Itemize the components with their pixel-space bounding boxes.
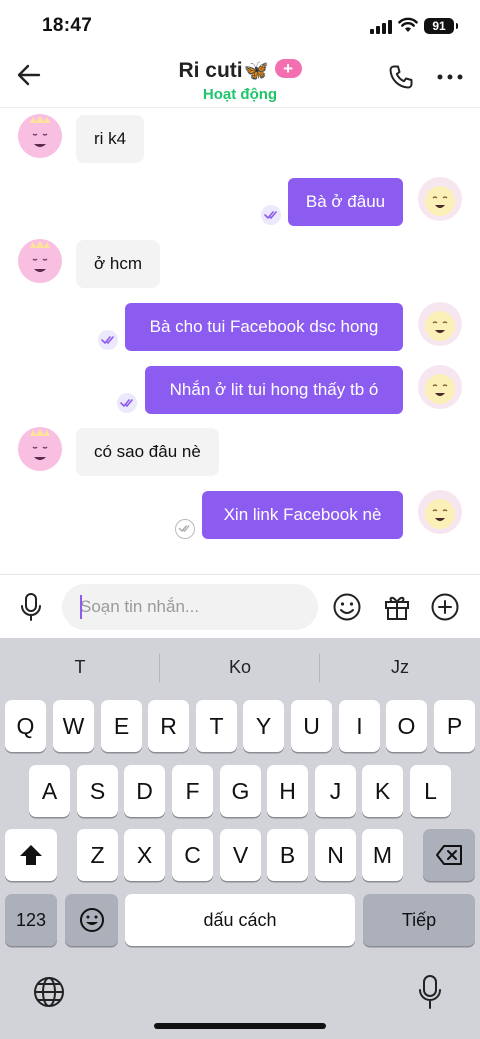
chat-header: Ri cuti🦋 + Hoạt động <box>0 52 480 108</box>
key[interactable]: Y <box>243 700 284 752</box>
contact-name: Ri cuti <box>178 59 243 82</box>
key[interactable]: A <box>29 765 70 817</box>
battery-level: 91 <box>432 19 446 33</box>
seen-indicator-icon <box>117 393 137 413</box>
key[interactable]: Q <box>5 700 46 752</box>
key[interactable]: I <box>339 700 380 752</box>
message-bubble-incoming[interactable]: ở hcm <box>76 240 160 288</box>
key[interactable]: Z <box>77 829 118 881</box>
emoji-icon[interactable] <box>332 592 362 622</box>
globe-icon[interactable] <box>33 976 65 1008</box>
seen-indicator-icon <box>261 205 281 225</box>
my-avatar[interactable] <box>418 365 462 409</box>
key[interactable]: O <box>386 700 427 752</box>
add-icon[interactable] <box>430 592 460 622</box>
key[interactable]: C <box>172 829 213 881</box>
sent-indicator-icon <box>175 519 195 539</box>
key[interactable]: D <box>124 765 165 817</box>
return-key[interactable]: Tiếp <box>363 894 475 946</box>
shift-icon <box>20 845 42 865</box>
key[interactable]: R <box>148 700 189 752</box>
message-bubble-outgoing[interactable]: Bà ở đâuu <box>288 178 403 226</box>
suggestion-item[interactable]: Jz <box>320 638 480 694</box>
delete-key[interactable] <box>423 829 475 881</box>
my-avatar[interactable] <box>418 302 462 346</box>
key[interactable]: F <box>172 765 213 817</box>
emoji-key[interactable] <box>65 894 118 946</box>
key[interactable]: J <box>315 765 356 817</box>
status-time: 18:47 <box>42 15 93 36</box>
key[interactable]: B <box>267 829 308 881</box>
battery-icon: 91 <box>424 18 458 34</box>
key[interactable]: K <box>362 765 403 817</box>
text-caret <box>80 595 82 619</box>
key[interactable]: N <box>315 829 356 881</box>
key[interactable]: E <box>101 700 142 752</box>
emoji-icon <box>79 908 104 932</box>
suggestion-bar: T Ko Jz <box>0 638 480 694</box>
key[interactable]: X <box>124 829 165 881</box>
wifi-icon <box>398 17 418 32</box>
cellular-signal-icon <box>370 20 392 34</box>
contact-avatar[interactable] <box>18 114 62 158</box>
gift-icon[interactable] <box>382 592 412 622</box>
home-indicator[interactable] <box>154 1023 326 1029</box>
key[interactable]: T <box>196 700 237 752</box>
shift-key[interactable] <box>5 829 57 881</box>
phone-icon[interactable] <box>388 64 414 90</box>
key[interactable]: G <box>220 765 261 817</box>
plus-badge: + <box>274 59 302 78</box>
message-bubble-outgoing[interactable]: Bà cho tui Facebook dsc hong <box>125 303 403 351</box>
key[interactable]: S <box>77 765 118 817</box>
backspace-icon <box>436 845 462 865</box>
key[interactable]: U <box>291 700 332 752</box>
space-key[interactable]: dấu cách <box>125 894 355 946</box>
message-input[interactable] <box>62 584 318 630</box>
key[interactable]: L <box>410 765 451 817</box>
numbers-key[interactable]: 123 <box>5 894 57 946</box>
message-bubble-outgoing[interactable]: Xin link Facebook nè <box>202 491 403 539</box>
seen-indicator-icon <box>98 330 118 350</box>
key[interactable]: W <box>53 700 94 752</box>
key[interactable]: V <box>220 829 261 881</box>
status-bar: 18:47 91 <box>0 0 480 52</box>
contact-avatar[interactable] <box>18 427 62 471</box>
butterfly-emoji: 🦋 <box>243 60 269 82</box>
suggestion-item[interactable]: T <box>0 638 160 694</box>
key[interactable]: H <box>267 765 308 817</box>
microphone-icon[interactable] <box>18 592 44 622</box>
key[interactable]: P <box>434 700 475 752</box>
contact-avatar[interactable] <box>18 239 62 283</box>
message-list[interactable]: ri k4 Bà ở đâuu ở hcm Bà cho tui Faceboo… <box>0 108 480 574</box>
message-bubble-incoming[interactable]: ri k4 <box>76 115 145 163</box>
my-avatar[interactable] <box>418 490 462 534</box>
dictation-microphone-icon[interactable] <box>418 974 442 1010</box>
suggestion-item[interactable]: Ko <box>160 638 320 694</box>
message-composer <box>0 574 480 638</box>
my-avatar[interactable] <box>418 177 462 221</box>
message-bubble-incoming[interactable]: có sao đâu nè <box>76 428 219 476</box>
more-icon[interactable] <box>437 74 463 80</box>
message-bubble-outgoing[interactable]: Nhắn ở lit tui hong thấy tb ó <box>145 366 403 414</box>
key[interactable]: M <box>362 829 403 881</box>
keyboard: T Ko Jz Q W E R T Y U I O P A S D F G H … <box>0 638 480 1039</box>
